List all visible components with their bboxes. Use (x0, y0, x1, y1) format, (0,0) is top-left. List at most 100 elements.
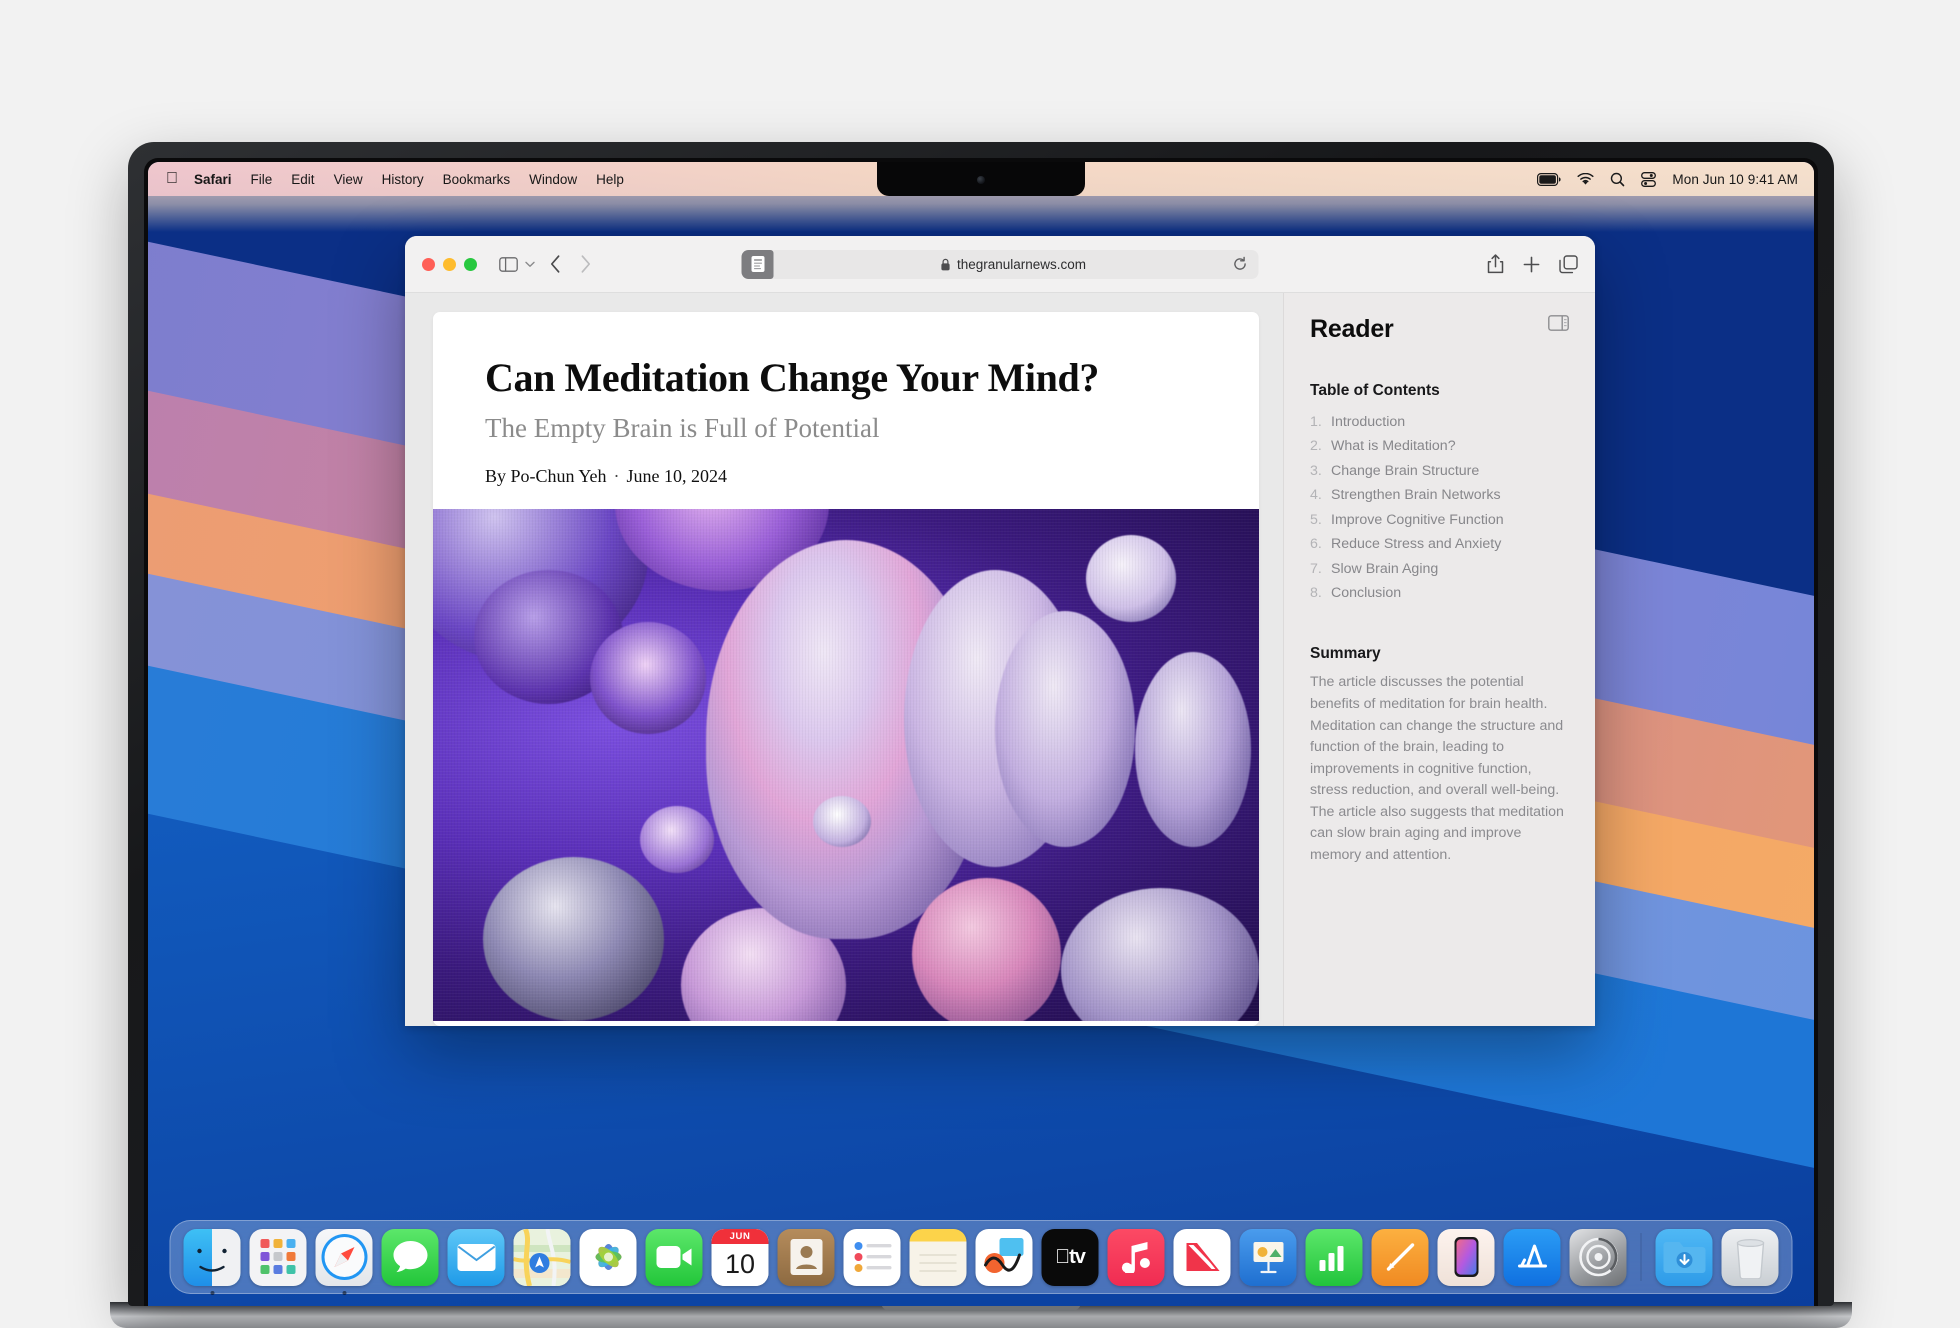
app-store-icon (1503, 1228, 1561, 1286)
menu-item-window[interactable]: Window (529, 172, 577, 187)
calendar-month: JUN (711, 1228, 769, 1244)
chevron-down-icon[interactable] (522, 261, 538, 268)
menu-item-edit[interactable]: Edit (291, 172, 314, 187)
dock-item-settings[interactable] (1569, 1228, 1627, 1286)
tab-overview-icon[interactable] (1559, 254, 1578, 274)
finder-icon (183, 1228, 241, 1286)
news-icon (1173, 1228, 1231, 1286)
article-hero-image (433, 509, 1259, 1021)
list-item[interactable]: 7. Slow Brain Aging (1310, 557, 1569, 581)
dock-item-photos[interactable] (579, 1228, 637, 1286)
menu-item-help[interactable]: Help (596, 172, 624, 187)
facetime-icon (645, 1228, 703, 1286)
new-tab-icon[interactable] (1523, 256, 1540, 273)
list-item[interactable]: 8. Conclusion (1310, 581, 1569, 605)
menu-bar-clock[interactable]: Mon Jun 10 9:41 AM (1672, 172, 1798, 187)
byline-author: By Po-Chun Yeh (485, 466, 607, 486)
maps-icon (513, 1228, 571, 1286)
toc-label: What is Meditation? (1331, 438, 1456, 455)
menu-item-bookmarks[interactable]: Bookmarks (443, 172, 511, 187)
screen-bezel:  Safari File Edit View History Bookmark… (144, 158, 1818, 1306)
forward-button[interactable] (570, 255, 600, 273)
toc-label: Introduction (1331, 414, 1406, 430)
reader-mode-icon[interactable] (741, 249, 774, 279)
search-icon[interactable] (1610, 172, 1625, 187)
mail-icon (447, 1228, 505, 1286)
dock-item-calendar[interactable]: JUN 10 (711, 1228, 769, 1286)
menu-item-safari[interactable]: Safari (194, 172, 232, 187)
dock-item-freeform[interactable] (975, 1228, 1033, 1286)
dock-item-finder[interactable] (183, 1228, 241, 1295)
reload-icon[interactable] (1233, 256, 1248, 272)
system-settings-icon (1569, 1228, 1627, 1286)
dock-item-notes[interactable] (909, 1228, 967, 1286)
wifi-icon[interactable] (1577, 172, 1594, 186)
list-item[interactable]: 6. Reduce Stress and Anxiety (1310, 532, 1569, 556)
article-title: Can Meditation Change Your Mind? (485, 355, 1099, 400)
menu-bar-status-area: Mon Jun 10 9:41 AM (1537, 172, 1798, 187)
apple-tv-icon: tv (1041, 1228, 1099, 1286)
dock-item-mirroring[interactable] (1437, 1228, 1495, 1286)
toc-number: 7. (1310, 560, 1322, 577)
toc-label: Slow Brain Aging (1331, 560, 1439, 577)
list-item[interactable]: 5. Improve Cognitive Function (1310, 508, 1569, 532)
battery-icon[interactable] (1537, 172, 1561, 186)
toc-number: 3. (1310, 462, 1322, 479)
dock-item-reminders[interactable] (843, 1228, 901, 1286)
menu-item-history[interactable]: History (382, 172, 424, 187)
zoom-button[interactable] (464, 257, 477, 271)
minimize-button[interactable] (443, 257, 456, 271)
dock-item-pages[interactable] (1371, 1228, 1429, 1286)
control-center-icon[interactable] (1641, 171, 1657, 187)
dock-item-contacts[interactable] (777, 1228, 835, 1286)
dock-item-safari[interactable] (315, 1228, 373, 1295)
dock-item-downloads[interactable] (1655, 1228, 1713, 1286)
dock-item-music[interactable] (1107, 1228, 1165, 1286)
menu-item-file[interactable]: File (251, 172, 273, 187)
list-item[interactable]: 3. Change Brain Structure (1310, 459, 1569, 483)
toc-label: Reduce Stress and Anxiety (1331, 536, 1502, 553)
dock-divider (1640, 1233, 1642, 1281)
launchpad-icon (249, 1228, 307, 1286)
display-notch (877, 162, 1085, 196)
share-icon[interactable] (1487, 254, 1504, 274)
address-bar[interactable]: thegranularnews.com (768, 249, 1259, 279)
freeform-icon (975, 1228, 1033, 1286)
back-button[interactable] (540, 255, 570, 273)
dock-item-appstore[interactable] (1503, 1228, 1561, 1286)
notes-icon (909, 1228, 967, 1286)
dock-item-tv[interactable]: tv (1041, 1228, 1099, 1286)
safari-icon (315, 1228, 373, 1286)
iphone-mirroring-icon (1437, 1228, 1495, 1286)
list-item[interactable]: 1. Introduction (1310, 410, 1569, 434)
trash-icon (1721, 1228, 1779, 1286)
article-header: Can Meditation Change Your Mind? The Emp… (433, 312, 1259, 509)
tv-label: tv (1062, 1245, 1086, 1268)
apple-menu-icon[interactable]:  (166, 171, 178, 187)
list-item[interactable]: 2. What is Meditation? (1310, 434, 1569, 458)
list-item[interactable]: 4. Strengthen Brain Networks (1310, 483, 1569, 507)
summary-heading: Summary (1310, 645, 1381, 663)
dock-item-trash[interactable] (1721, 1228, 1779, 1286)
dock-item-mail[interactable] (447, 1228, 505, 1286)
toc-label: Change Brain Structure (1331, 462, 1480, 479)
summary-text: The article discusses the potential bene… (1310, 674, 1564, 863)
dock-item-facetime[interactable] (645, 1228, 703, 1286)
dock-item-maps[interactable] (513, 1228, 571, 1286)
laptop-lid:  Safari File Edit View History Bookmark… (128, 142, 1834, 1306)
dock-item-news[interactable] (1173, 1228, 1231, 1286)
close-button[interactable] (422, 257, 435, 271)
dock-item-launchpad[interactable] (249, 1228, 307, 1286)
reader-title: Reader (1310, 315, 1394, 343)
sidebar-toggle-icon[interactable] (494, 251, 522, 277)
article-pane[interactable]: Can Meditation Change Your Mind? The Emp… (405, 293, 1283, 1026)
article-byline: By Po-Chun Yeh · June 10, 2024 (485, 466, 1207, 487)
byline-date: June 10, 2024 (626, 466, 728, 486)
reader-sidebar-toggle-icon[interactable] (1548, 315, 1569, 331)
dock-item-messages[interactable] (381, 1228, 439, 1286)
lock-icon (941, 258, 951, 271)
dock-item-keynote[interactable] (1239, 1228, 1297, 1286)
menu-item-view[interactable]: View (334, 172, 363, 187)
numbers-icon (1305, 1228, 1363, 1286)
dock-item-numbers[interactable] (1305, 1228, 1363, 1286)
